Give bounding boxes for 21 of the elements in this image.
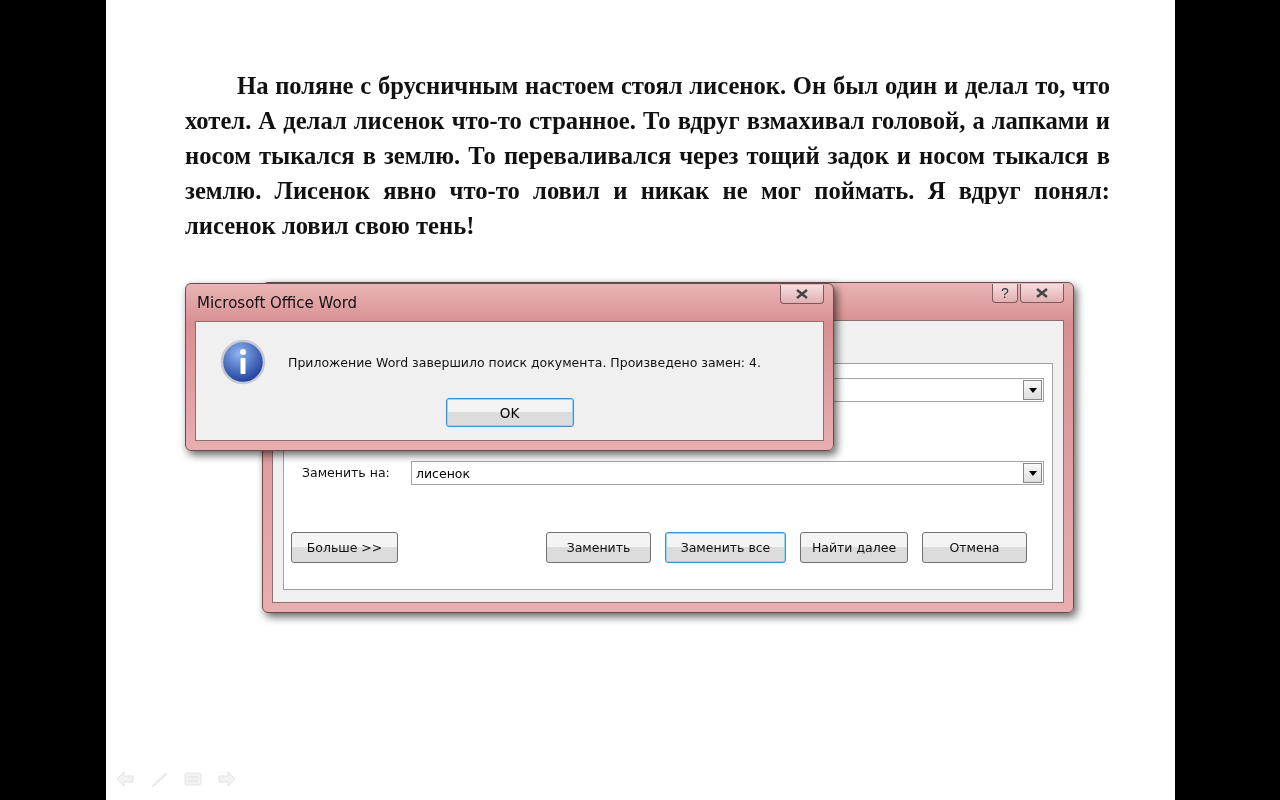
info-icon bbox=[220, 339, 266, 385]
dropdown-button[interactable] bbox=[1023, 463, 1042, 483]
dropdown-button[interactable] bbox=[1023, 380, 1042, 400]
dialog-button[interactable]: Заменить все bbox=[665, 532, 786, 563]
help-button[interactable]: ? bbox=[992, 284, 1018, 303]
dialog-button[interactable]: Заменить bbox=[546, 532, 651, 563]
window-title: Microsoft Office Word bbox=[197, 294, 358, 312]
dialog-button[interactable]: Отмена bbox=[922, 532, 1027, 563]
close-icon bbox=[1036, 288, 1048, 298]
close-button[interactable] bbox=[780, 285, 824, 304]
caret-icon bbox=[1028, 387, 1037, 393]
story-paragraph: На поляне с брусничным настоем стоял лисенок. Он был один и делал то, что хотел. А делал лисенок что-то странное. То вдруг взмахивал головой, а лапками и носом тыкался в землю. То переваливался через тощий задок и носом тыкался в землю. Лисенок явно что-то ловил и никак не мог поймать. Я вдруг понял: лисенок ловил свою тень! bbox=[185, 71, 1110, 241]
close-icon bbox=[796, 289, 808, 299]
ok-button[interactable]: OK bbox=[445, 398, 574, 427]
message-text: Приложение Word завершило поиск документа. Произведено замен: 4. bbox=[288, 354, 761, 370]
dialog-button[interactable]: Найти далее bbox=[800, 532, 908, 563]
dialog-button[interactable]: Больше >> bbox=[291, 532, 398, 563]
close-button[interactable] bbox=[1020, 284, 1064, 303]
replace-field[interactable]: лисенок bbox=[411, 461, 1044, 485]
replace-label: Заменить на: bbox=[302, 465, 390, 480]
caret-icon bbox=[1028, 470, 1037, 476]
